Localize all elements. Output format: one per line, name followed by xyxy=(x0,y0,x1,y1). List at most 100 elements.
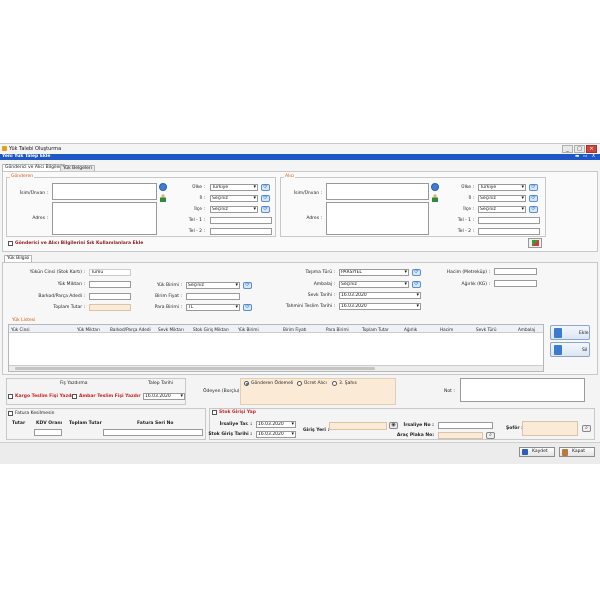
col-ship-qty[interactable]: Sevk Miktarı xyxy=(158,327,184,332)
sender-search-button[interactable] xyxy=(159,183,167,191)
receiver-tel1-label: Tel - 1 : xyxy=(457,218,474,223)
save-button[interactable]: Kaydet xyxy=(519,447,555,457)
add-cargo-button[interactable]: Ekle xyxy=(550,325,590,340)
col-unit[interactable]: Yük Birimi xyxy=(238,327,259,332)
no-invoice-checkbox[interactable] xyxy=(8,411,13,416)
sender-country-select[interactable]: Türkiye xyxy=(210,184,258,191)
col-currency[interactable]: Para Birimi xyxy=(326,327,349,332)
payer-third-party-radio[interactable] xyxy=(332,381,337,386)
sender-country-add-button[interactable]: ⟳ xyxy=(261,184,270,191)
sender-name-input[interactable] xyxy=(52,183,157,200)
delivery-date-picker[interactable]: 16.03.2020 xyxy=(339,303,421,310)
frequent-checkbox[interactable] xyxy=(8,241,13,246)
transport-type-add-button[interactable]: ⟳ xyxy=(412,269,421,276)
payer-receiver-label[interactable]: Ücret Alıcı xyxy=(304,381,327,386)
package-add-button[interactable]: ⟳ xyxy=(412,281,421,288)
col-stock-qty[interactable]: Stok Giriş Miktarı xyxy=(193,327,229,332)
receiver-district-select[interactable]: Seçiniz xyxy=(478,206,526,213)
cargo-type-input[interactable]: Tümü xyxy=(89,269,131,276)
no-invoice-label[interactable]: Fatura Kesilmesin xyxy=(15,411,55,416)
iris-date-picker[interactable]: 16.03.2020 xyxy=(256,421,296,428)
package-select[interactable]: Seçiniz xyxy=(339,281,409,288)
close-button[interactable]: Kapat xyxy=(559,447,595,457)
swap-button[interactable] xyxy=(528,238,542,248)
tab-cargo-info[interactable]: Yük Bilgisi xyxy=(4,255,33,262)
sender-tel2-input[interactable] xyxy=(210,228,272,235)
col-unit-price[interactable]: Birim Fiyatı xyxy=(283,327,306,332)
receiver-country-select[interactable]: Türkiye xyxy=(478,184,526,191)
invoice-serial-header: Fatura Seri No xyxy=(137,421,174,426)
col-barcode[interactable]: Barkod/Parça Adedi xyxy=(110,327,151,332)
form-close-button[interactable]: X xyxy=(592,154,595,160)
receiver-person-icon[interactable] xyxy=(432,194,438,202)
sender-person-icon[interactable] xyxy=(160,194,166,202)
sender-district-select[interactable]: Seçiniz xyxy=(210,206,258,213)
iris-no-input[interactable] xyxy=(438,422,493,429)
warehouse-receipt-label[interactable]: Ambar Teslim Fişi Yazdır xyxy=(79,394,141,399)
cargo-unit-select[interactable]: Seçiniz xyxy=(186,282,240,289)
driver-search-button[interactable]: ⌕ xyxy=(582,425,591,432)
invoice-serial-input[interactable] xyxy=(103,429,203,436)
cargo-qty-input[interactable] xyxy=(89,281,131,288)
col-total[interactable]: Toplam Tutar xyxy=(362,327,389,332)
plate-input[interactable] xyxy=(438,432,483,439)
payer-label: Ödeyen (Borçlu) : xyxy=(203,389,243,394)
stock-entry-checkbox[interactable] xyxy=(212,410,217,415)
sender-address-input[interactable] xyxy=(52,202,157,235)
request-date-picker[interactable]: 16.03.2020 xyxy=(143,393,185,400)
stock-entry-label[interactable]: Stok Girişi Yap xyxy=(219,410,256,415)
stock-entry-date-picker[interactable]: 16.03.2020 xyxy=(256,431,296,438)
sender-tel1-input[interactable] xyxy=(210,217,272,224)
close-window-button[interactable]: × xyxy=(586,145,597,153)
col-volume[interactable]: Hacim xyxy=(440,327,453,332)
receiver-district-add-button[interactable]: ⟳ xyxy=(529,206,538,213)
cargo-receipt-label[interactable]: Kargo Teslim Fişi Yazdır xyxy=(15,394,75,399)
sender-city-add-button[interactable]: ⟳ xyxy=(261,195,270,202)
sender-district-add-button[interactable]: ⟳ xyxy=(261,206,270,213)
sender-city-select[interactable]: Seçiniz xyxy=(210,195,258,202)
warehouse-receipt-checkbox[interactable] xyxy=(72,394,77,399)
plate-search-button[interactable]: ⌕ xyxy=(486,432,495,439)
receiver-country-add-button[interactable]: ⟳ xyxy=(529,184,538,191)
form-minimize-button[interactable]: ▬ xyxy=(575,154,579,160)
col-cargo-qty[interactable]: Yük Miktarı xyxy=(77,327,100,332)
sender-address-label: Adres : xyxy=(32,216,48,221)
cargo-receipt-checkbox[interactable] xyxy=(8,394,13,399)
delete-cargo-button[interactable]: Sil xyxy=(550,342,590,357)
payer-third-party-label[interactable]: 3. Şahıs xyxy=(339,381,357,386)
entry-place-input[interactable] xyxy=(329,422,387,430)
cargo-currency-add-button[interactable]: ⟳ xyxy=(243,304,252,311)
form-maximize-button[interactable]: ▭ xyxy=(583,154,587,160)
volume-input[interactable] xyxy=(494,268,537,275)
payer-sender-radio[interactable] xyxy=(244,381,249,386)
receiver-tel1-input[interactable] xyxy=(478,217,540,224)
transport-type-select[interactable]: PARSİYEL xyxy=(339,269,409,276)
scroll-thumb[interactable] xyxy=(15,367,375,370)
col-package[interactable]: Ambalaj xyxy=(518,327,535,332)
horizontal-scrollbar[interactable] xyxy=(9,365,543,371)
receiver-search-button[interactable] xyxy=(431,183,439,191)
cargo-currency-select[interactable]: TL xyxy=(186,304,240,311)
cargo-unit-add-button[interactable]: ⟳ xyxy=(243,282,252,289)
tab-sender-receiver[interactable]: Gönderici ve Alıcı Bilgileri xyxy=(2,164,66,171)
cargo-barcode-input[interactable] xyxy=(89,293,131,300)
col-weight[interactable]: Ağırlık xyxy=(404,327,417,332)
receiver-city-select[interactable]: Seçiniz xyxy=(478,195,526,202)
receiver-tel2-input[interactable] xyxy=(478,228,540,235)
weight-input[interactable] xyxy=(494,280,537,287)
receiver-address-input[interactable] xyxy=(326,202,429,235)
invoice-vat-input[interactable] xyxy=(34,429,62,436)
frequent-checkbox-label[interactable]: Gönderici ve Alıcı Bilgilerini Sık Kulla… xyxy=(15,241,143,246)
payer-sender-label[interactable]: Gönderen Ödemeli xyxy=(251,381,293,386)
receiver-city-add-button[interactable]: ⟳ xyxy=(529,195,538,202)
minimize-button[interactable]: _ xyxy=(562,145,573,153)
cargo-price-input[interactable] xyxy=(186,293,240,300)
receiver-name-input[interactable] xyxy=(326,183,429,200)
col-cargo-type[interactable]: Yük Cinsi xyxy=(11,327,30,332)
note-input[interactable] xyxy=(460,378,585,402)
payer-receiver-radio[interactable] xyxy=(297,381,302,386)
maximize-button[interactable]: □ xyxy=(574,145,585,153)
col-ship-type[interactable]: Sevk Türü xyxy=(476,327,496,332)
ship-date-picker[interactable]: 16.03.2020 xyxy=(339,292,421,299)
driver-input[interactable] xyxy=(522,421,578,436)
